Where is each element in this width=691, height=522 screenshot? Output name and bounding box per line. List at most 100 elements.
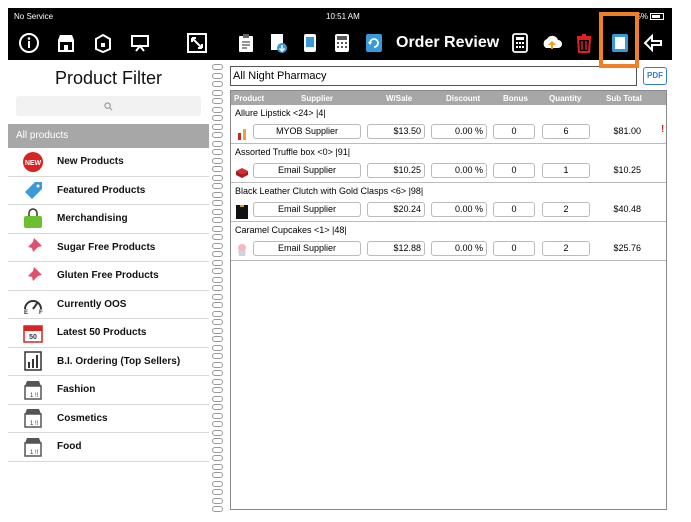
new-badge-icon: NEW xyxy=(20,151,46,173)
spiral-ring xyxy=(212,268,223,274)
spiral-ring xyxy=(212,115,223,121)
calculator-icon[interactable] xyxy=(509,32,531,54)
spiral-ring xyxy=(212,395,223,402)
spiral-ring xyxy=(212,421,223,427)
spiral-ring xyxy=(212,149,223,155)
supplier-field[interactable]: MYOB Supplier xyxy=(253,124,361,139)
spiral-ring xyxy=(212,489,223,495)
quantity-field[interactable]: 2 xyxy=(542,241,590,256)
bonus-field[interactable]: 0 xyxy=(493,241,535,256)
quantity-field[interactable]: 6 xyxy=(542,124,590,139)
wsale-field[interactable]: $20.24 xyxy=(367,202,425,217)
filter-search-input[interactable] xyxy=(16,96,201,116)
table-row[interactable]: Allure Lipstick <24> |4| MYOB Supplier $… xyxy=(231,105,666,144)
spiral-ring xyxy=(212,132,223,138)
customer-field[interactable]: All Night Pharmacy xyxy=(230,66,637,86)
filter-item-label: Sugar Free Products xyxy=(57,241,156,253)
spiral-ring xyxy=(212,404,223,410)
store-icon: 1!! xyxy=(20,436,46,458)
discount-field[interactable]: 0.00 % xyxy=(431,241,487,256)
quantity-field[interactable]: 2 xyxy=(542,202,590,217)
document-download-icon[interactable] xyxy=(267,32,289,54)
spiral-ring xyxy=(212,361,223,368)
supplier-field[interactable]: Email Supplier xyxy=(253,202,361,217)
wsale-field[interactable]: $12.88 xyxy=(367,241,425,256)
spiral-ring xyxy=(212,106,223,113)
table-row[interactable]: Caramel Cupcakes <1> |48| Email Supplier… xyxy=(231,222,666,261)
filter-item-currently-oos[interactable]: EF Currently OOS xyxy=(8,291,209,319)
box-icon[interactable] xyxy=(92,32,114,54)
calculator-icon[interactable] xyxy=(331,32,353,54)
back-arrow-icon[interactable] xyxy=(642,32,664,54)
spiral-ring xyxy=(212,327,223,334)
filter-all-products[interactable]: All products xyxy=(8,124,209,148)
tag-icon xyxy=(20,179,46,201)
filter-item-featured-products[interactable]: Featured Products xyxy=(8,177,209,205)
ipad-screen: No Service 10:51 AM 5% Order Review Prod… xyxy=(8,8,672,512)
refresh-document-icon[interactable] xyxy=(363,32,385,54)
col-wsale: W/Sale xyxy=(386,94,413,103)
info-icon[interactable] xyxy=(18,32,40,54)
bar-chart-icon xyxy=(20,350,46,372)
table-row[interactable]: Assorted Truffle box <0> |91| Email Supp… xyxy=(231,144,666,183)
clutch-thumbnail xyxy=(235,204,249,219)
spiral-ring xyxy=(212,89,223,96)
col-discount: Discount xyxy=(446,94,481,103)
filter-item-label: B.I. Ordering (Top Sellers) xyxy=(57,355,181,367)
bonus-field[interactable]: 0 xyxy=(493,202,535,217)
wsale-field[interactable]: $10.25 xyxy=(367,163,425,178)
spiral-ring xyxy=(212,81,223,87)
discount-field[interactable]: 0.00 % xyxy=(431,202,487,217)
filter-item-new-products[interactable]: NEW New Products xyxy=(8,148,209,177)
supplier-field[interactable]: Email Supplier xyxy=(253,241,361,256)
spiral-ring xyxy=(212,64,223,70)
bonus-field[interactable]: 0 xyxy=(493,163,535,178)
discount-field[interactable]: 0.00 % xyxy=(431,163,487,178)
quantity-field[interactable]: 1 xyxy=(542,163,590,178)
wsale-field[interactable]: $13.50 xyxy=(367,124,425,139)
product-name: Allure Lipstick <24> |4| xyxy=(235,108,326,118)
filter-item-bi-ordering[interactable]: B.I. Ordering (Top Sellers) xyxy=(8,348,209,376)
pdf-button[interactable]: PDF xyxy=(643,67,667,85)
table-header: Product Supplier W/Sale Discount Bonus Q… xyxy=(231,91,666,105)
supplier-field[interactable]: Email Supplier xyxy=(253,163,361,178)
battery-percent: 5% xyxy=(636,12,648,21)
bonus-field[interactable]: 0 xyxy=(493,124,535,139)
filter-item-label: New Products xyxy=(57,156,124,168)
store-icon: 1!! xyxy=(20,379,46,401)
trash-icon[interactable] xyxy=(573,32,595,54)
pin-icon xyxy=(20,265,46,287)
filter-item-gluten-free[interactable]: Gluten Free Products xyxy=(8,262,209,291)
resize-icon[interactable] xyxy=(186,32,208,54)
filter-list: NEW New Products Featured Products Merch… xyxy=(8,148,209,462)
filter-item-latest-50[interactable]: 50 Latest 50 Products xyxy=(8,319,209,348)
battery-icon xyxy=(650,13,664,21)
filter-title: Product Filter xyxy=(54,68,163,88)
page-title: Order Review xyxy=(396,34,500,51)
filter-item-food[interactable]: 1!! Food xyxy=(8,433,209,462)
upload-icon[interactable] xyxy=(541,32,563,54)
col-supplier: Supplier xyxy=(301,94,334,103)
svg-text:F: F xyxy=(39,310,43,315)
spiral-ring xyxy=(212,293,223,300)
presentation-icon[interactable] xyxy=(129,32,151,54)
store-icon: 1!! xyxy=(20,407,46,429)
filter-item-fashion[interactable]: 1!! Fashion xyxy=(8,376,209,405)
spiral-ring xyxy=(212,285,223,291)
truffle-box-thumbnail xyxy=(235,165,249,179)
filter-item-label: Merchandising xyxy=(57,213,128,225)
clipboard-icon[interactable] xyxy=(235,32,257,54)
spiral-ring xyxy=(212,225,223,232)
discount-field[interactable]: 0.00 % xyxy=(431,124,487,139)
filter-item-merchandising[interactable]: Merchandising xyxy=(8,205,209,234)
spiral-ring xyxy=(212,319,223,325)
mobile-device-icon[interactable] xyxy=(299,32,321,54)
document-copy-icon[interactable] xyxy=(609,32,631,54)
table-row[interactable]: Black Leather Clutch with Gold Clasps <6… xyxy=(231,183,666,222)
store-icon[interactable] xyxy=(55,32,77,54)
filter-item-cosmetics[interactable]: 1!! Cosmetics xyxy=(8,405,209,433)
filter-item-sugar-free[interactable]: Sugar Free Products xyxy=(8,234,209,262)
spiral-ring xyxy=(212,157,223,164)
spiral-ring xyxy=(212,463,223,470)
spiral-ring xyxy=(212,412,223,419)
